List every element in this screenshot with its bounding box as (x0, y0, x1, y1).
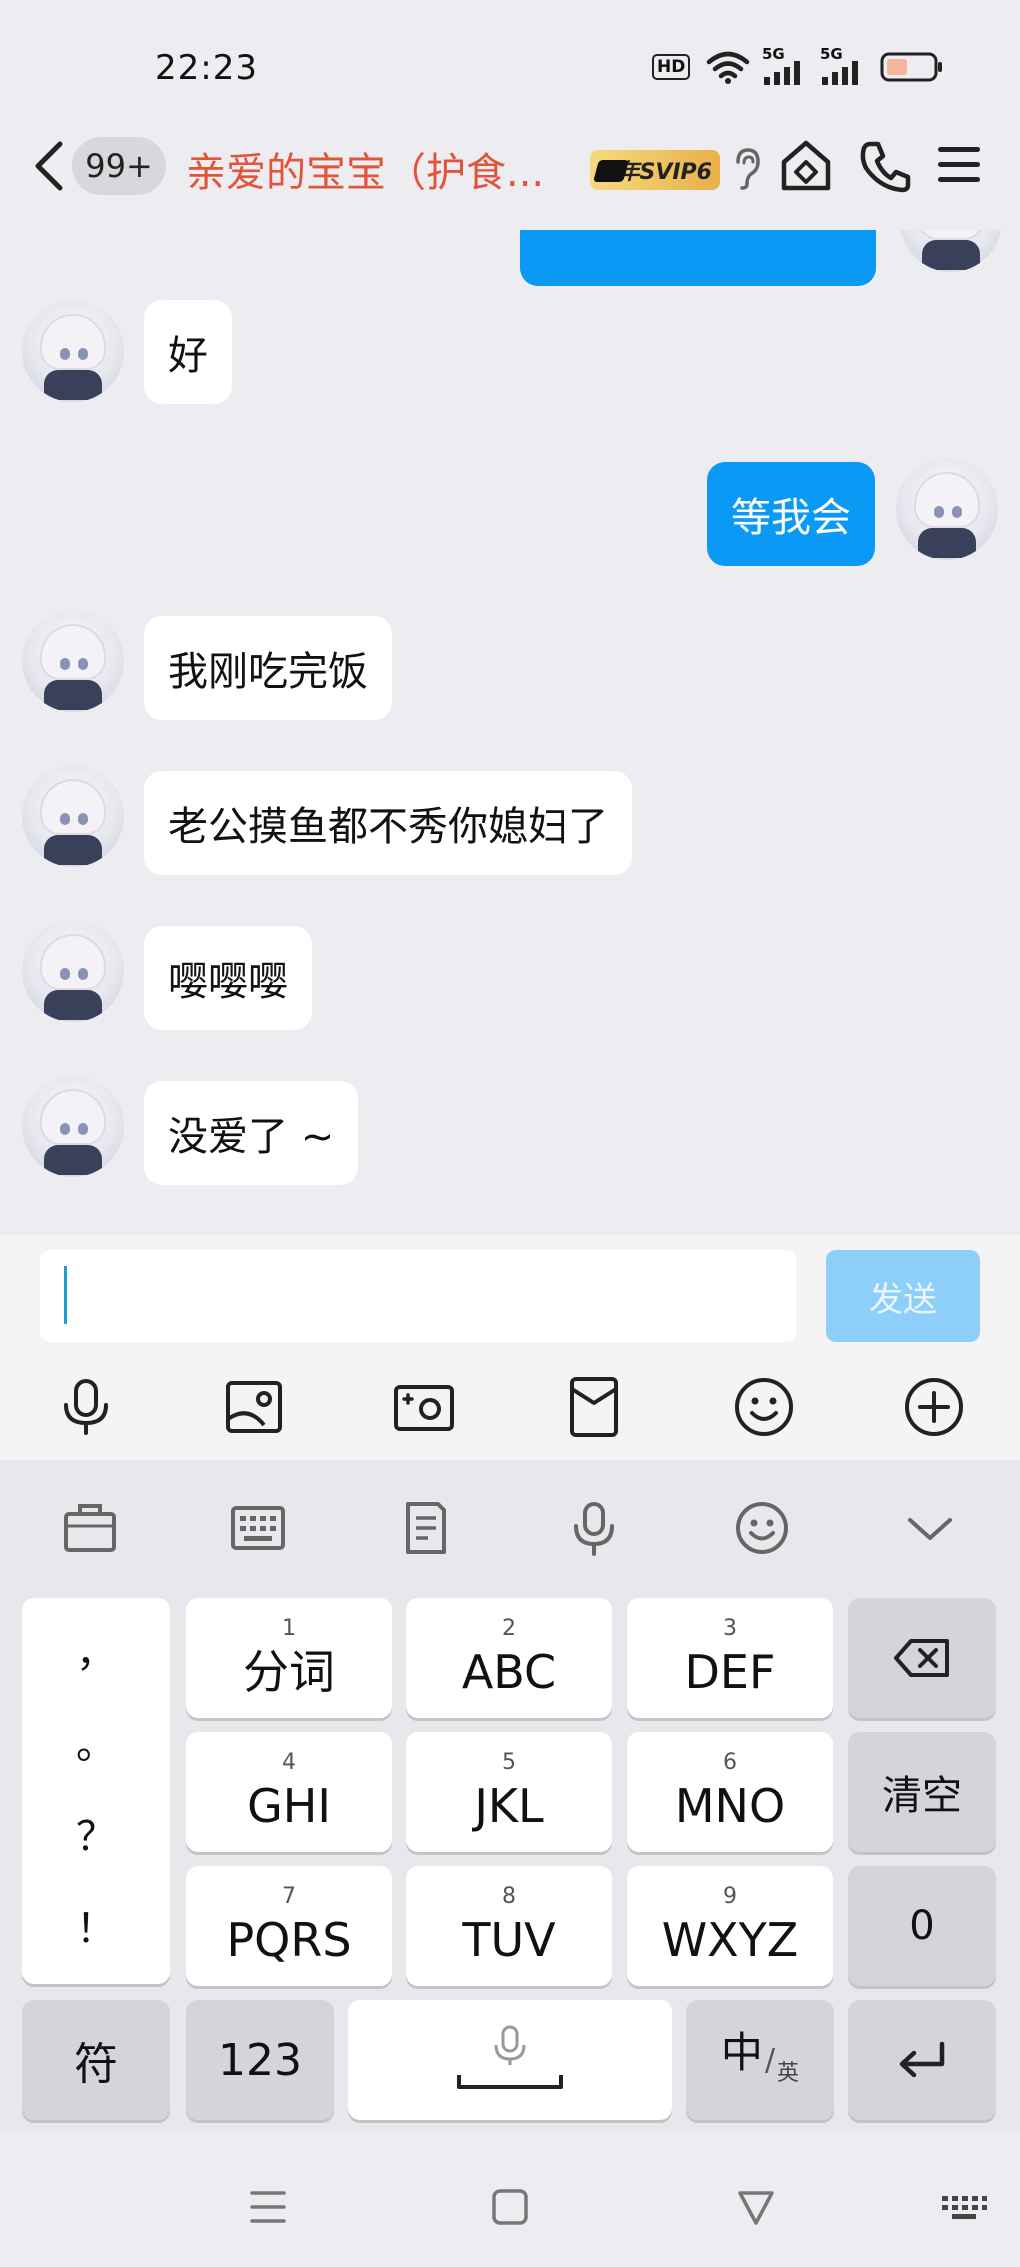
camera-icon[interactable] (392, 1375, 456, 1439)
emoji-icon[interactable] (732, 1375, 796, 1439)
punct-key[interactable]: 。 (22, 1699, 170, 1791)
keyboard-layout-icon[interactable] (230, 1500, 286, 1556)
key-2[interactable]: 2 ABC (406, 1598, 612, 1718)
signal-icon-1: 5G (762, 45, 808, 85)
punct-key[interactable]: ！ (22, 1883, 170, 1975)
key-label: JKL (474, 1779, 544, 1833)
key-1[interactable]: 1 分词 (186, 1598, 392, 1718)
toolbox-icon[interactable] (62, 1500, 118, 1556)
lang-sub-label: 英 (777, 2061, 800, 2086)
unread-badge[interactable]: 99+ (72, 137, 166, 195)
status-bar (0, 0, 1020, 130)
chat-title[interactable]: 亲爱的宝宝（护食... (186, 140, 544, 198)
key-num: 6 (723, 1750, 737, 1775)
key-label: 分词 (243, 1645, 335, 1699)
avatar-self-partial[interactable] (900, 230, 1002, 272)
message-bubble[interactable]: 没爱了 ~ (144, 1081, 359, 1185)
message-input[interactable] (40, 1250, 796, 1342)
message-bubble[interactable]: 嘤嘤嘤 (144, 926, 312, 1030)
message-bubble[interactable]: 老公摸鱼都不秀你媳妇了 (144, 771, 632, 875)
zero-key[interactable]: 0 (848, 1866, 996, 1986)
avatar-contact[interactable] (22, 1075, 124, 1177)
message-bubble[interactable]: 好 (144, 300, 232, 404)
hd-label: HD (652, 54, 691, 80)
plus-icon[interactable] (902, 1375, 966, 1439)
message-bubble-partial[interactable] (520, 230, 876, 286)
voice-icon[interactable] (54, 1375, 118, 1439)
avatar-contact[interactable] (22, 610, 124, 712)
back-icon[interactable] (30, 138, 70, 194)
key-num: 9 (723, 1884, 737, 1909)
ear-icon[interactable] (732, 146, 762, 190)
emoji-icon[interactable] (734, 1500, 790, 1556)
language-switch-key[interactable]: 中 / 英 (686, 2000, 834, 2120)
key-6[interactable]: 6 MNO (627, 1732, 833, 1852)
group-home-icon[interactable] (778, 138, 834, 194)
punct-key[interactable]: ？ (22, 1791, 170, 1883)
phone-icon[interactable] (858, 138, 912, 194)
nav-home-icon[interactable] (488, 2185, 532, 2229)
clear-key[interactable]: 清空 (848, 1732, 996, 1852)
send-button[interactable]: 发送 (826, 1250, 980, 1342)
avatar-self[interactable] (896, 458, 998, 560)
hd-icon: HD (652, 50, 691, 84)
key-label: PQRS (226, 1913, 352, 1967)
avatar-contact[interactable] (22, 920, 124, 1022)
message-bubble[interactable]: 我刚吃完饭 (144, 616, 392, 720)
punct-key[interactable]: ， (22, 1607, 170, 1699)
backspace-icon (894, 1639, 949, 1677)
signal-icon-2: 5G (820, 45, 866, 85)
status-time: 22:23 (155, 48, 258, 88)
avatar-contact[interactable] (22, 300, 124, 402)
nav-menu-icon[interactable] (246, 2185, 290, 2229)
red-packet-icon[interactable] (562, 1375, 626, 1439)
punctuation-column[interactable]: ， 。 ？ ！ (22, 1598, 170, 1984)
message-bubble-self[interactable]: 等我会 (707, 462, 875, 566)
key-num: 5 (502, 1750, 516, 1775)
key-num: 4 (282, 1750, 296, 1775)
key-label: WXYZ (661, 1913, 799, 1967)
backspace-key[interactable] (848, 1598, 996, 1718)
nav-back-icon[interactable] (734, 2185, 778, 2229)
lang-main-label: 中 (720, 2028, 763, 2077)
key-num: 1 (282, 1616, 296, 1641)
key-num: 3 (723, 1616, 737, 1641)
key-3[interactable]: 3 DEF (627, 1598, 833, 1718)
collapse-icon[interactable] (902, 1500, 958, 1556)
key-label: DEF (684, 1645, 776, 1699)
key-label: ABC (461, 1645, 557, 1699)
space-key[interactable] (348, 2000, 672, 2120)
svip-logo-icon (593, 160, 629, 182)
key-8[interactable]: 8 TUV (406, 1866, 612, 1986)
avatar-contact[interactable] (22, 765, 124, 867)
key-label: GHI (247, 1779, 331, 1833)
svip-label: 年SVIP6 (617, 160, 713, 185)
symbol-key[interactable]: 符 (22, 2000, 170, 2120)
battery-icon (880, 52, 942, 82)
key-5[interactable]: 5 JKL (406, 1732, 612, 1852)
key-num: 8 (502, 1884, 516, 1909)
key-label: MNO (674, 1779, 786, 1833)
enter-icon (899, 2041, 945, 2078)
wifi-icon (706, 51, 750, 84)
text-caret (64, 1266, 67, 1324)
key-7[interactable]: 7 PQRS (186, 1866, 392, 1986)
space-mic-icon (457, 2025, 563, 2089)
enter-key[interactable] (848, 2000, 996, 2120)
key-9[interactable]: 9 WXYZ (627, 1866, 833, 1986)
image-icon[interactable] (222, 1375, 286, 1439)
key-num: 7 (282, 1884, 296, 1909)
lang-separator: / (764, 2042, 776, 2078)
clipboard-icon[interactable] (398, 1500, 454, 1556)
menu-icon[interactable] (935, 142, 983, 188)
voice-input-icon[interactable] (566, 1500, 622, 1556)
key-4[interactable]: 4 GHI (186, 1732, 392, 1852)
svip-badge[interactable]: 年SVIP6 (590, 150, 720, 190)
number-key[interactable]: 123 (186, 2000, 334, 2120)
key-num: 2 (502, 1616, 516, 1641)
key-label: TUV (462, 1913, 556, 1967)
nav-keyboard-icon[interactable] (940, 2192, 988, 2224)
message-list[interactable]: 好 等我会 我刚吃完饭 老公摸鱼都不秀你媳妇了 嘤嘤嘤 没爱了 ~ (0, 230, 1020, 1235)
